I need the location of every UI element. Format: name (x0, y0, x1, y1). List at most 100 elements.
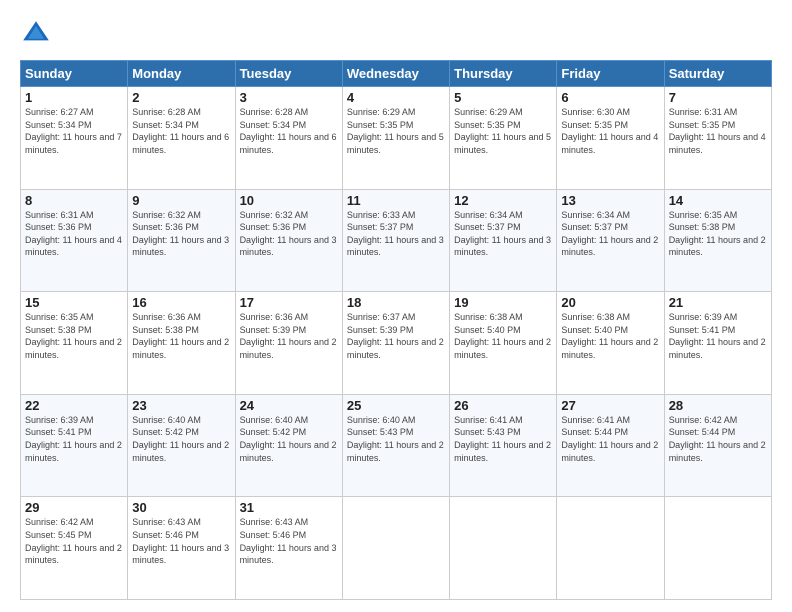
weekday-header: Sunday (21, 61, 128, 87)
calendar-cell (664, 497, 771, 600)
weekday-header: Friday (557, 61, 664, 87)
day-number: 19 (454, 295, 552, 310)
day-number: 21 (669, 295, 767, 310)
day-info: Sunrise: 6:33 AMSunset: 5:37 PMDaylight:… (347, 210, 444, 258)
calendar-cell (342, 497, 449, 600)
day-number: 17 (240, 295, 338, 310)
calendar-cell: 1 Sunrise: 6:27 AMSunset: 5:34 PMDayligh… (21, 87, 128, 190)
day-info: Sunrise: 6:30 AMSunset: 5:35 PMDaylight:… (561, 107, 658, 155)
day-number: 22 (25, 398, 123, 413)
weekday-header: Saturday (664, 61, 771, 87)
calendar-cell: 31 Sunrise: 6:43 AMSunset: 5:46 PMDaylig… (235, 497, 342, 600)
calendar-header-row: SundayMondayTuesdayWednesdayThursdayFrid… (21, 61, 772, 87)
day-info: Sunrise: 6:43 AMSunset: 5:46 PMDaylight:… (240, 517, 337, 565)
day-number: 5 (454, 90, 552, 105)
day-number: 27 (561, 398, 659, 413)
day-number: 4 (347, 90, 445, 105)
calendar-cell: 5 Sunrise: 6:29 AMSunset: 5:35 PMDayligh… (450, 87, 557, 190)
day-number: 2 (132, 90, 230, 105)
weekday-header: Tuesday (235, 61, 342, 87)
calendar-cell: 20 Sunrise: 6:38 AMSunset: 5:40 PMDaylig… (557, 292, 664, 395)
day-number: 26 (454, 398, 552, 413)
day-number: 11 (347, 193, 445, 208)
calendar-cell: 13 Sunrise: 6:34 AMSunset: 5:37 PMDaylig… (557, 189, 664, 292)
calendar-cell: 8 Sunrise: 6:31 AMSunset: 5:36 PMDayligh… (21, 189, 128, 292)
day-info: Sunrise: 6:41 AMSunset: 5:43 PMDaylight:… (454, 415, 551, 463)
day-number: 23 (132, 398, 230, 413)
calendar-cell: 26 Sunrise: 6:41 AMSunset: 5:43 PMDaylig… (450, 394, 557, 497)
day-number: 30 (132, 500, 230, 515)
calendar-cell: 12 Sunrise: 6:34 AMSunset: 5:37 PMDaylig… (450, 189, 557, 292)
day-info: Sunrise: 6:36 AMSunset: 5:39 PMDaylight:… (240, 312, 337, 360)
day-number: 28 (669, 398, 767, 413)
day-info: Sunrise: 6:37 AMSunset: 5:39 PMDaylight:… (347, 312, 444, 360)
calendar-cell: 6 Sunrise: 6:30 AMSunset: 5:35 PMDayligh… (557, 87, 664, 190)
day-number: 3 (240, 90, 338, 105)
day-number: 7 (669, 90, 767, 105)
calendar-cell (450, 497, 557, 600)
calendar-cell: 24 Sunrise: 6:40 AMSunset: 5:42 PMDaylig… (235, 394, 342, 497)
day-info: Sunrise: 6:31 AMSunset: 5:35 PMDaylight:… (669, 107, 766, 155)
calendar-week-row: 15 Sunrise: 6:35 AMSunset: 5:38 PMDaylig… (21, 292, 772, 395)
day-info: Sunrise: 6:27 AMSunset: 5:34 PMDaylight:… (25, 107, 122, 155)
day-info: Sunrise: 6:42 AMSunset: 5:45 PMDaylight:… (25, 517, 122, 565)
day-number: 1 (25, 90, 123, 105)
day-number: 13 (561, 193, 659, 208)
calendar-cell: 2 Sunrise: 6:28 AMSunset: 5:34 PMDayligh… (128, 87, 235, 190)
calendar-cell: 21 Sunrise: 6:39 AMSunset: 5:41 PMDaylig… (664, 292, 771, 395)
day-number: 14 (669, 193, 767, 208)
day-info: Sunrise: 6:40 AMSunset: 5:42 PMDaylight:… (132, 415, 229, 463)
calendar-cell: 7 Sunrise: 6:31 AMSunset: 5:35 PMDayligh… (664, 87, 771, 190)
calendar-table: SundayMondayTuesdayWednesdayThursdayFrid… (20, 60, 772, 600)
logo (20, 18, 56, 50)
calendar-cell: 3 Sunrise: 6:28 AMSunset: 5:34 PMDayligh… (235, 87, 342, 190)
day-info: Sunrise: 6:43 AMSunset: 5:46 PMDaylight:… (132, 517, 229, 565)
day-info: Sunrise: 6:36 AMSunset: 5:38 PMDaylight:… (132, 312, 229, 360)
calendar-cell: 11 Sunrise: 6:33 AMSunset: 5:37 PMDaylig… (342, 189, 449, 292)
day-info: Sunrise: 6:32 AMSunset: 5:36 PMDaylight:… (132, 210, 229, 258)
day-info: Sunrise: 6:39 AMSunset: 5:41 PMDaylight:… (25, 415, 122, 463)
calendar-cell: 30 Sunrise: 6:43 AMSunset: 5:46 PMDaylig… (128, 497, 235, 600)
calendar-cell: 9 Sunrise: 6:32 AMSunset: 5:36 PMDayligh… (128, 189, 235, 292)
page: SundayMondayTuesdayWednesdayThursdayFrid… (0, 0, 792, 612)
calendar-cell: 28 Sunrise: 6:42 AMSunset: 5:44 PMDaylig… (664, 394, 771, 497)
calendar-cell: 16 Sunrise: 6:36 AMSunset: 5:38 PMDaylig… (128, 292, 235, 395)
weekday-header: Monday (128, 61, 235, 87)
day-info: Sunrise: 6:29 AMSunset: 5:35 PMDaylight:… (347, 107, 444, 155)
day-number: 10 (240, 193, 338, 208)
day-info: Sunrise: 6:42 AMSunset: 5:44 PMDaylight:… (669, 415, 766, 463)
day-info: Sunrise: 6:38 AMSunset: 5:40 PMDaylight:… (454, 312, 551, 360)
calendar-cell: 19 Sunrise: 6:38 AMSunset: 5:40 PMDaylig… (450, 292, 557, 395)
calendar-cell: 23 Sunrise: 6:40 AMSunset: 5:42 PMDaylig… (128, 394, 235, 497)
day-number: 18 (347, 295, 445, 310)
day-number: 6 (561, 90, 659, 105)
calendar-week-row: 1 Sunrise: 6:27 AMSunset: 5:34 PMDayligh… (21, 87, 772, 190)
day-number: 9 (132, 193, 230, 208)
calendar-cell: 18 Sunrise: 6:37 AMSunset: 5:39 PMDaylig… (342, 292, 449, 395)
day-number: 20 (561, 295, 659, 310)
calendar-week-row: 29 Sunrise: 6:42 AMSunset: 5:45 PMDaylig… (21, 497, 772, 600)
calendar-cell: 15 Sunrise: 6:35 AMSunset: 5:38 PMDaylig… (21, 292, 128, 395)
day-info: Sunrise: 6:32 AMSunset: 5:36 PMDaylight:… (240, 210, 337, 258)
calendar-cell: 10 Sunrise: 6:32 AMSunset: 5:36 PMDaylig… (235, 189, 342, 292)
day-info: Sunrise: 6:40 AMSunset: 5:43 PMDaylight:… (347, 415, 444, 463)
day-info: Sunrise: 6:28 AMSunset: 5:34 PMDaylight:… (240, 107, 337, 155)
day-info: Sunrise: 6:41 AMSunset: 5:44 PMDaylight:… (561, 415, 658, 463)
logo-icon (20, 18, 52, 50)
calendar-cell: 4 Sunrise: 6:29 AMSunset: 5:35 PMDayligh… (342, 87, 449, 190)
calendar-cell: 22 Sunrise: 6:39 AMSunset: 5:41 PMDaylig… (21, 394, 128, 497)
day-info: Sunrise: 6:31 AMSunset: 5:36 PMDaylight:… (25, 210, 122, 258)
calendar-cell: 29 Sunrise: 6:42 AMSunset: 5:45 PMDaylig… (21, 497, 128, 600)
day-info: Sunrise: 6:34 AMSunset: 5:37 PMDaylight:… (454, 210, 551, 258)
calendar-week-row: 22 Sunrise: 6:39 AMSunset: 5:41 PMDaylig… (21, 394, 772, 497)
calendar-week-row: 8 Sunrise: 6:31 AMSunset: 5:36 PMDayligh… (21, 189, 772, 292)
day-info: Sunrise: 6:28 AMSunset: 5:34 PMDaylight:… (132, 107, 229, 155)
calendar-cell: 27 Sunrise: 6:41 AMSunset: 5:44 PMDaylig… (557, 394, 664, 497)
day-info: Sunrise: 6:40 AMSunset: 5:42 PMDaylight:… (240, 415, 337, 463)
day-number: 16 (132, 295, 230, 310)
day-info: Sunrise: 6:29 AMSunset: 5:35 PMDaylight:… (454, 107, 551, 155)
day-info: Sunrise: 6:38 AMSunset: 5:40 PMDaylight:… (561, 312, 658, 360)
calendar-cell: 25 Sunrise: 6:40 AMSunset: 5:43 PMDaylig… (342, 394, 449, 497)
day-number: 25 (347, 398, 445, 413)
day-number: 8 (25, 193, 123, 208)
